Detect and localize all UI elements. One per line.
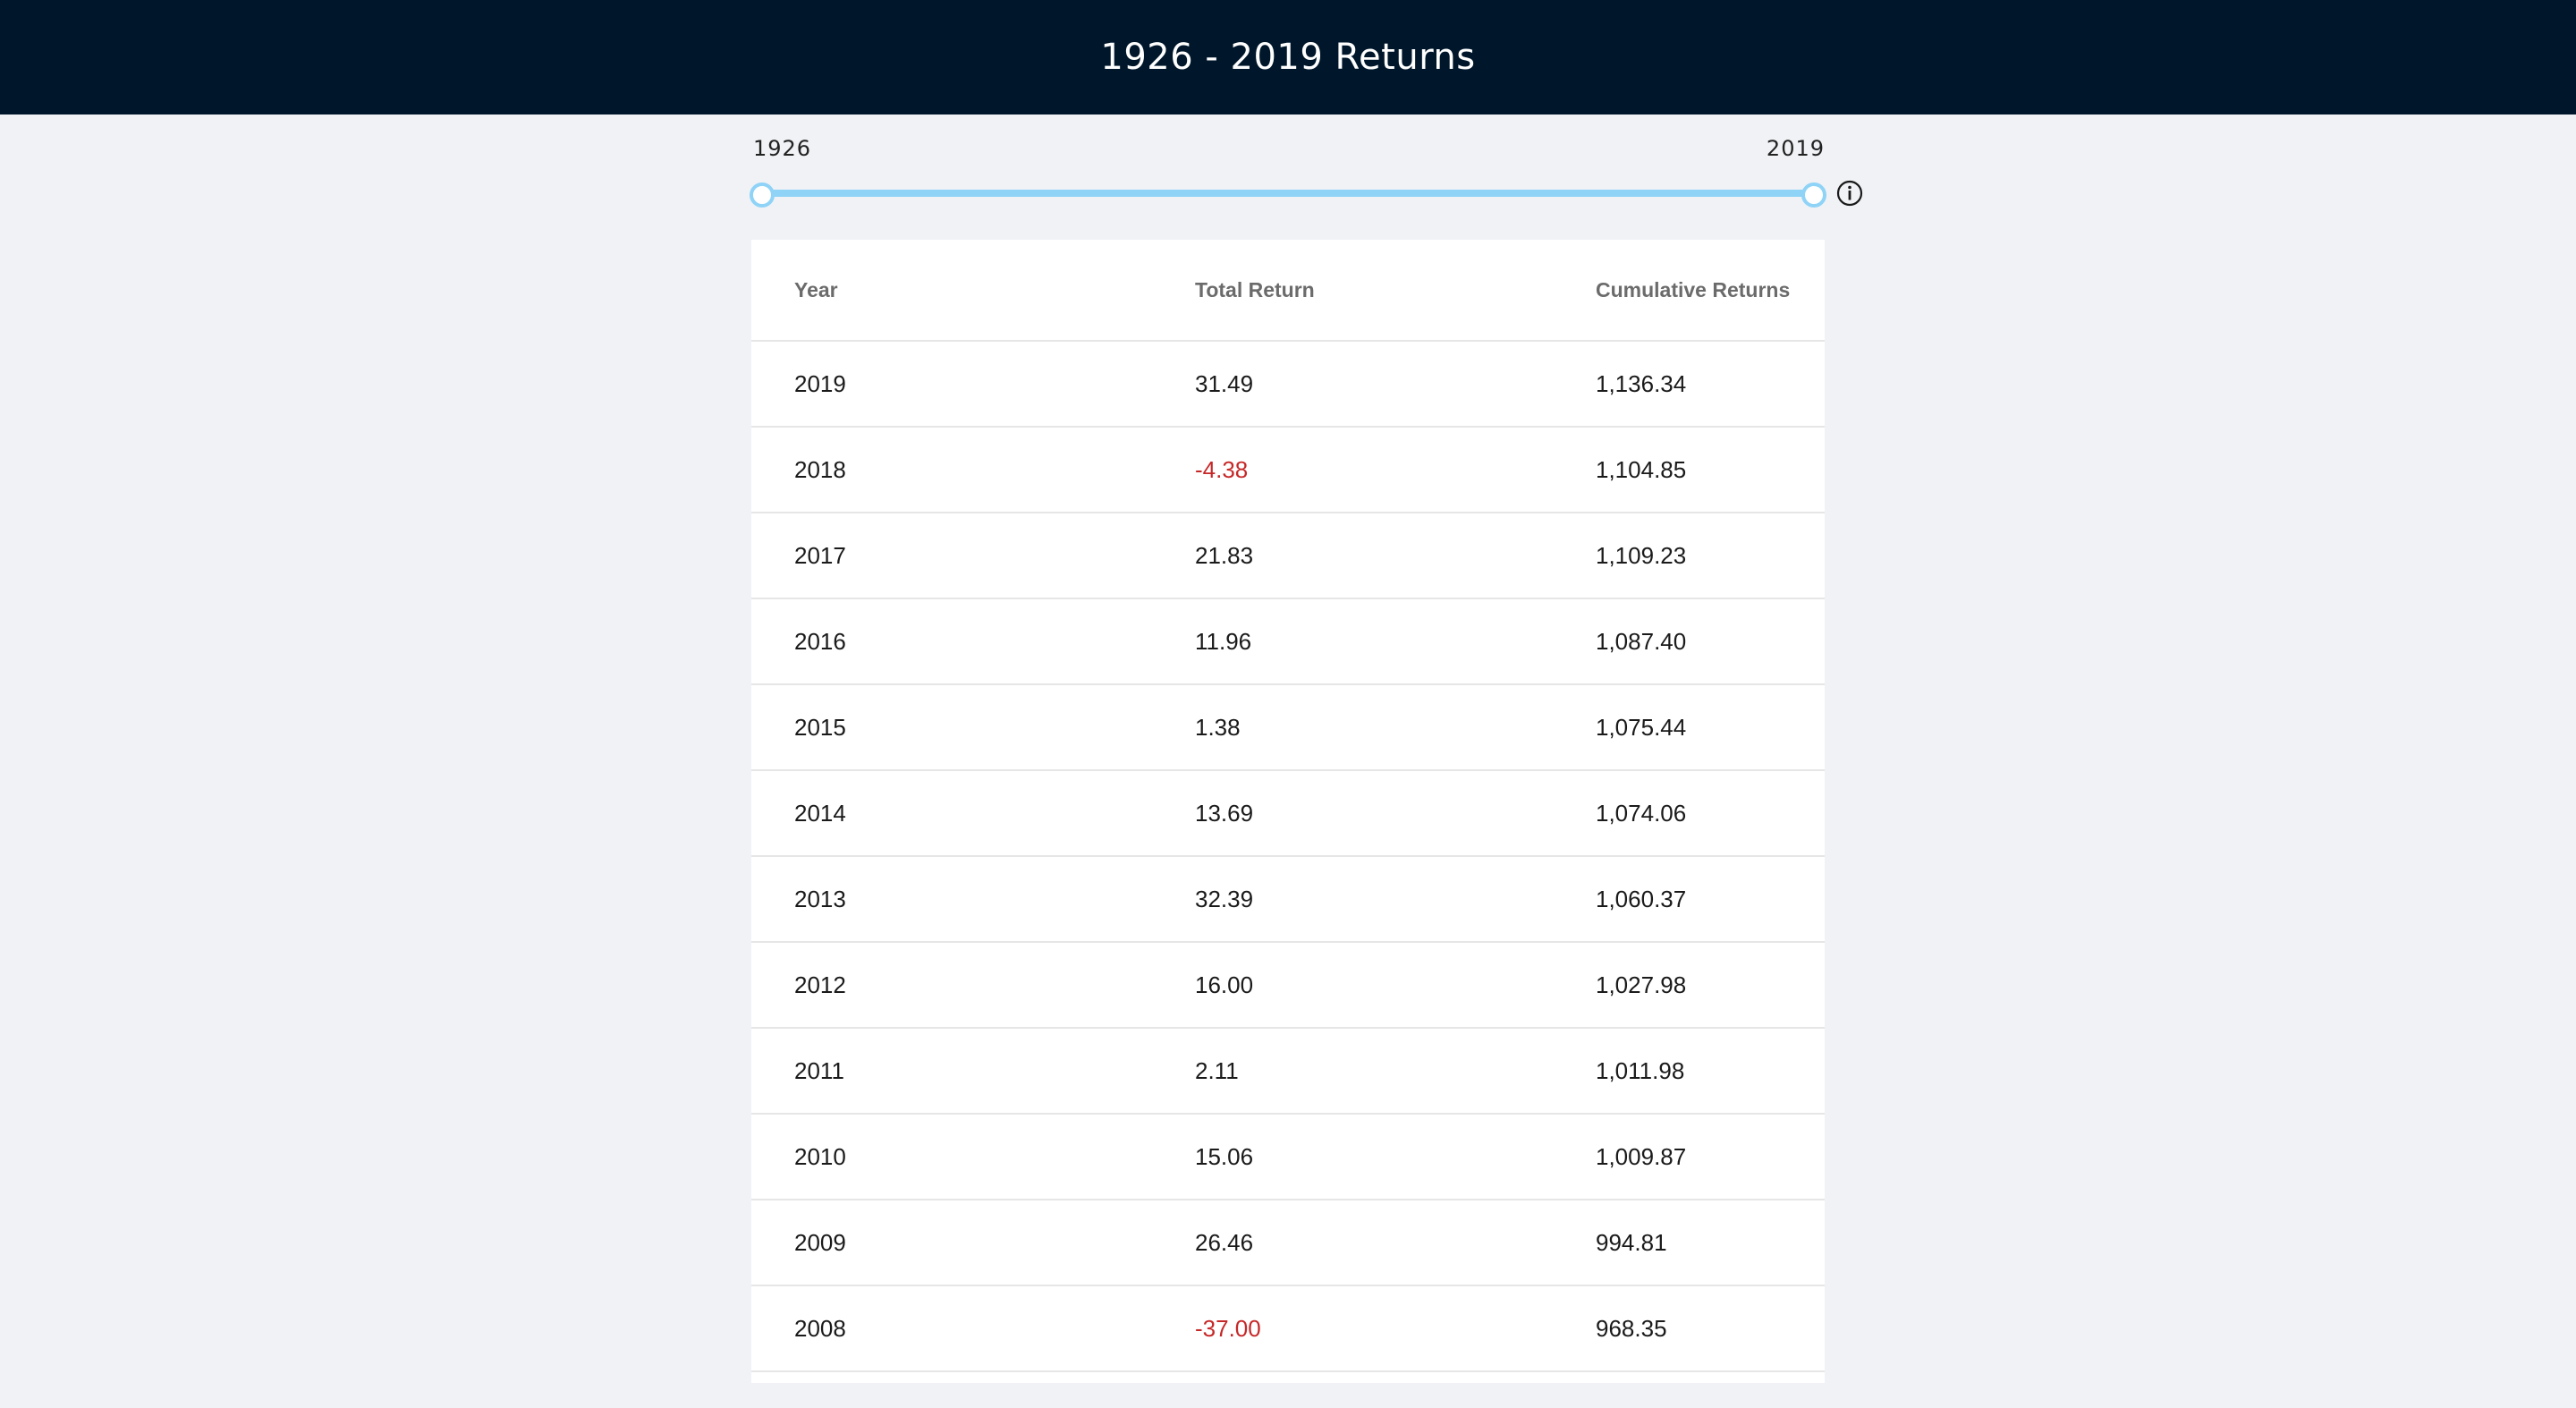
info-icon[interactable] (1835, 179, 1864, 208)
slider-selected-range (762, 190, 1814, 197)
table-row: 2010 15.06 1,009.87 (751, 1114, 1825, 1200)
year-cell: 2014 (751, 770, 1152, 857)
total-return-cell: -4.38 (1152, 427, 1553, 513)
cumulative-return-cell: 1,087.40 (1553, 598, 1825, 685)
year-cell: 2010 (751, 1114, 1152, 1200)
total-return-cell: 31.49 (1152, 341, 1553, 428)
cumulative-return-cell: 1,104.85 (1553, 427, 1825, 513)
total-return-cell: 15.06 (1152, 1114, 1553, 1200)
table-row: 2015 1.38 1,075.44 (751, 684, 1825, 771)
returns-table: Year Total Return Cumulative Returns 201… (751, 240, 1825, 1372)
cumulative-return-cell: 1,074.06 (1553, 770, 1825, 857)
cumulative-return-cell: 1,109.23 (1553, 513, 1825, 599)
year-cell: 2009 (751, 1200, 1152, 1286)
year-cell: 2019 (751, 341, 1152, 428)
cumulative-return-cell: 994.81 (1553, 1200, 1825, 1286)
slider-track[interactable] (762, 190, 1814, 197)
slider-end-label: 2019 (1766, 136, 1825, 161)
returns-table-card: Year Total Return Cumulative Returns 201… (751, 240, 1825, 1383)
table-row: 2017 21.83 1,109.23 (751, 513, 1825, 599)
table-row: 2019 31.49 1,136.34 (751, 341, 1825, 428)
cumulative-return-cell: 1,009.87 (1553, 1114, 1825, 1200)
year-cell: 2016 (751, 598, 1152, 685)
total-return-cell: 13.69 (1152, 770, 1553, 857)
table-row: 2008 -37.00 968.35 (751, 1285, 1825, 1372)
year-cell: 2011 (751, 1028, 1152, 1115)
total-return-cell: 16.00 (1152, 942, 1553, 1029)
total-return-cell: 11.96 (1152, 598, 1553, 685)
table-body: 2019 31.49 1,136.34 2018 -4.38 1,104.85 2017 21… (751, 341, 1825, 1372)
cumulative-return-cell: 1,027.98 (1553, 942, 1825, 1029)
cumulative-return-cell: 1,011.98 (1553, 1028, 1825, 1115)
year-range-slider: 1926 2019 (750, 115, 1863, 240)
year-cell: 2017 (751, 513, 1152, 599)
table-row: 2016 11.96 1,087.40 (751, 598, 1825, 685)
total-return-cell: 26.46 (1152, 1200, 1553, 1286)
cumulative-return-cell: 968.35 (1553, 1285, 1825, 1372)
total-return-cell: 2.11 (1152, 1028, 1553, 1115)
total-return-cell: -37.00 (1152, 1285, 1553, 1372)
cumulative-return-cell: 1,075.44 (1553, 684, 1825, 771)
slider-start-handle[interactable] (750, 182, 775, 208)
table-row: 2018 -4.38 1,104.85 (751, 427, 1825, 513)
table-row: 2011 2.11 1,011.98 (751, 1028, 1825, 1115)
year-cell: 2008 (751, 1285, 1152, 1372)
page-header: 1926 - 2019 Returns (0, 0, 2576, 115)
year-cell: 2015 (751, 684, 1152, 771)
table-row: 2012 16.00 1,027.98 (751, 942, 1825, 1029)
cumulative-return-cell: 1,060.37 (1553, 856, 1825, 943)
column-header-year[interactable]: Year (751, 240, 1152, 342)
slider-start-label: 1926 (753, 136, 812, 161)
total-return-cell: 1.38 (1152, 684, 1553, 771)
table-row: 2009 26.46 994.81 (751, 1200, 1825, 1286)
column-header-cumulative-returns[interactable]: Cumulative Returns (1553, 240, 1825, 342)
cumulative-return-cell: 1,136.34 (1553, 341, 1825, 428)
year-cell: 2013 (751, 856, 1152, 943)
total-return-cell: 32.39 (1152, 856, 1553, 943)
total-return-cell: 21.83 (1152, 513, 1553, 599)
page-title: 1926 - 2019 Returns (1100, 37, 1476, 78)
year-cell: 2018 (751, 427, 1152, 513)
table-row: 2014 13.69 1,074.06 (751, 770, 1825, 857)
column-header-total-return[interactable]: Total Return (1152, 240, 1553, 342)
table-row: 2013 32.39 1,060.37 (751, 856, 1825, 943)
table-header-row: Year Total Return Cumulative Returns (751, 240, 1825, 342)
slider-end-handle[interactable] (1801, 182, 1826, 208)
year-cell: 2012 (751, 942, 1152, 1029)
